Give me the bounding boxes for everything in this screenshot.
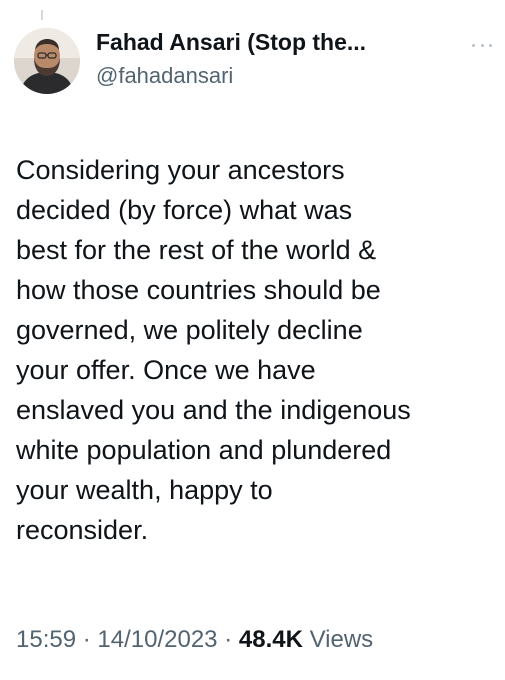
author-display-name[interactable]: Fahad Ansari (Stop the...: [96, 26, 456, 58]
tweet-time[interactable]: 15:59: [16, 626, 76, 653]
author-names: Fahad Ansari (Stop the... @fahadansari: [96, 26, 456, 92]
dot: [480, 43, 484, 47]
dot: [489, 43, 492, 47]
views-count: 48.4K: [238, 626, 303, 653]
profile-photo-icon: [14, 28, 80, 94]
meta-separator: ·: [82, 626, 91, 653]
tweet-header: Fahad Ansari (Stop the... @fahadansari: [14, 24, 494, 104]
tweet-date[interactable]: 14/10/2023: [97, 626, 217, 653]
tweet-body-text: Considering your ancestors decided (by f…: [16, 155, 411, 545]
tweet-card: Fahad Ansari (Stop the... @fahadansari C…: [0, 0, 505, 680]
author-handle[interactable]: @fahadansari: [96, 60, 456, 92]
tweet-meta: 15:59 · 14/10/2023 · 48.4K Views: [16, 624, 373, 656]
views-label: Views: [309, 626, 374, 653]
dot: [472, 43, 475, 47]
meta-separator: ·: [224, 626, 233, 653]
more-dots-icon[interactable]: [472, 40, 492, 50]
thread-connector: [41, 10, 43, 20]
avatar[interactable]: [14, 28, 80, 94]
